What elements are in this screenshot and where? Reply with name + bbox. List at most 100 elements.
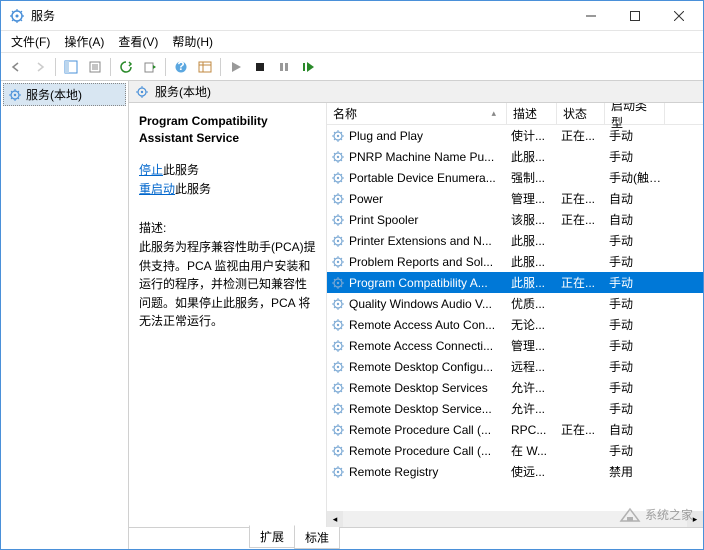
- tree-pane: 服务(本地): [1, 81, 129, 549]
- service-desc: 管理...: [507, 190, 557, 207]
- service-name: PNRP Machine Name Pu...: [349, 150, 494, 164]
- view-list-button[interactable]: [194, 56, 216, 78]
- service-row[interactable]: Power管理...正在...自动: [327, 188, 703, 209]
- description-text: 此服务为程序兼容性助手(PCA)提供支持。PCA 监视由用户安装和运行的程序，并…: [139, 238, 316, 331]
- service-desc: 优质...: [507, 295, 557, 312]
- service-name: Power: [349, 192, 383, 206]
- description-label: 描述:: [139, 219, 316, 236]
- service-row[interactable]: Print Spooler该服...正在...自动: [327, 209, 703, 230]
- tree-root-services[interactable]: 服务(本地): [3, 83, 126, 106]
- service-startup: 手动: [605, 400, 665, 417]
- service-name: Remote Access Connecti...: [349, 339, 493, 353]
- service-startup: 手动: [605, 253, 665, 270]
- tree-root-label: 服务(本地): [26, 86, 82, 103]
- stop-link[interactable]: 停止: [139, 163, 163, 177]
- refresh-button[interactable]: [115, 56, 137, 78]
- tab-extended[interactable]: 扩展: [249, 525, 295, 548]
- service-status: 正在...: [557, 211, 605, 228]
- service-row[interactable]: Portable Device Enumera...强制...手动(触发...: [327, 167, 703, 188]
- gear-icon: [135, 85, 149, 99]
- service-name: Remote Desktop Configu...: [349, 360, 493, 374]
- service-row[interactable]: Printer Extensions and N...此服...手动: [327, 230, 703, 251]
- toolbar: ?: [1, 53, 703, 81]
- sort-asc-icon: ▴: [491, 108, 500, 119]
- service-row[interactable]: Remote Access Connecti...管理...手动: [327, 335, 703, 356]
- service-row[interactable]: Remote Procedure Call (...RPC...正在...自动: [327, 419, 703, 440]
- back-button[interactable]: [5, 56, 27, 78]
- service-name: Plug and Play: [349, 129, 423, 143]
- service-name: Remote Access Auto Con...: [349, 318, 495, 332]
- service-desc: RPC...: [507, 423, 557, 437]
- service-name: Printer Extensions and N...: [349, 234, 492, 248]
- service-row[interactable]: PNRP Machine Name Pu...此服...手动: [327, 146, 703, 167]
- stop-service-button[interactable]: [249, 56, 271, 78]
- service-desc: 该服...: [507, 211, 557, 228]
- restart-service-button[interactable]: [297, 56, 319, 78]
- title-bar: 服务: [1, 1, 703, 31]
- bottom-tabs: 扩展 标准: [129, 527, 703, 549]
- forward-button[interactable]: [29, 56, 51, 78]
- service-startup: 手动: [605, 316, 665, 333]
- service-desc: 使计...: [507, 127, 557, 144]
- service-row[interactable]: Remote Registry使远...禁用: [327, 461, 703, 482]
- service-desc: 远程...: [507, 358, 557, 375]
- column-name[interactable]: 名称▴: [327, 103, 507, 124]
- service-startup: 手动(触发...: [605, 169, 665, 186]
- service-name: Remote Procedure Call (...: [349, 423, 491, 437]
- service-row[interactable]: Remote Desktop Services允许...手动: [327, 377, 703, 398]
- minimize-button[interactable]: [569, 2, 613, 30]
- selected-service-name: Program Compatibility Assistant Service: [139, 113, 316, 147]
- service-desc: 在 W...: [507, 442, 557, 459]
- restart-link[interactable]: 重启动: [139, 182, 175, 196]
- menu-view[interactable]: 查看(V): [112, 31, 164, 52]
- column-status[interactable]: 状态: [557, 103, 605, 124]
- menu-action[interactable]: 操作(A): [58, 31, 110, 52]
- pane-title: 服务(本地): [155, 83, 211, 100]
- close-button[interactable]: [657, 2, 701, 30]
- app-icon: [9, 8, 25, 24]
- service-desc: 此服...: [507, 274, 557, 291]
- show-hide-tree-button[interactable]: [60, 56, 82, 78]
- service-name: Remote Procedure Call (...: [349, 444, 491, 458]
- service-desc: 允许...: [507, 379, 557, 396]
- service-list-pane: 名称▴ 描述 状态 启动类型 Plug and Play使计...正在...手动…: [327, 103, 703, 527]
- service-row[interactable]: Remote Access Auto Con... 无论... 手动: [327, 314, 703, 335]
- service-name: Problem Reports and Sol...: [349, 255, 493, 269]
- list-body[interactable]: Plug and Play使计...正在...手动PNRP Machine Na…: [327, 125, 703, 511]
- service-desc: 允许...: [507, 400, 557, 417]
- service-row[interactable]: Quality Windows Audio V...优质...手动: [327, 293, 703, 314]
- service-name: Print Spooler: [349, 213, 418, 227]
- help-button[interactable]: ?: [170, 56, 192, 78]
- properties-button[interactable]: [84, 56, 106, 78]
- service-row[interactable]: Plug and Play使计...正在...手动: [327, 125, 703, 146]
- pause-service-button[interactable]: [273, 56, 295, 78]
- service-row[interactable]: Program Compatibility A...此服...正在...手动: [327, 272, 703, 293]
- service-startup: 手动: [605, 442, 665, 459]
- svg-text:?: ?: [177, 60, 184, 73]
- service-startup: 自动: [605, 190, 665, 207]
- start-service-button[interactable]: [225, 56, 247, 78]
- service-desc: 无论...: [507, 316, 557, 333]
- service-startup: 手动: [605, 337, 665, 354]
- service-desc: 此服...: [507, 148, 557, 165]
- service-row[interactable]: Remote Desktop Service...允许...手动: [327, 398, 703, 419]
- service-status: 正在...: [557, 274, 605, 291]
- service-row[interactable]: Remote Procedure Call (... 在 W... 手动: [327, 440, 703, 461]
- service-desc: 此服...: [507, 232, 557, 249]
- menu-file[interactable]: 文件(F): [5, 31, 56, 52]
- scroll-left-button[interactable]: ◂: [327, 511, 343, 527]
- pane-header: 服务(本地): [129, 81, 703, 103]
- column-startup[interactable]: 启动类型: [605, 103, 665, 124]
- maximize-button[interactable]: [613, 2, 657, 30]
- service-row[interactable]: Problem Reports and Sol...此服...手动: [327, 251, 703, 272]
- service-startup: 手动: [605, 295, 665, 312]
- service-name: Remote Registry: [349, 465, 438, 479]
- list-header: 名称▴ 描述 状态 启动类型: [327, 103, 703, 125]
- detail-pane: Program Compatibility Assistant Service …: [129, 103, 327, 527]
- tab-standard[interactable]: 标准: [294, 527, 340, 549]
- column-desc[interactable]: 描述: [507, 103, 557, 124]
- service-name: Portable Device Enumera...: [349, 171, 496, 185]
- service-row[interactable]: Remote Desktop Configu...远程...手动: [327, 356, 703, 377]
- export-button[interactable]: [139, 56, 161, 78]
- menu-help[interactable]: 帮助(H): [166, 31, 219, 52]
